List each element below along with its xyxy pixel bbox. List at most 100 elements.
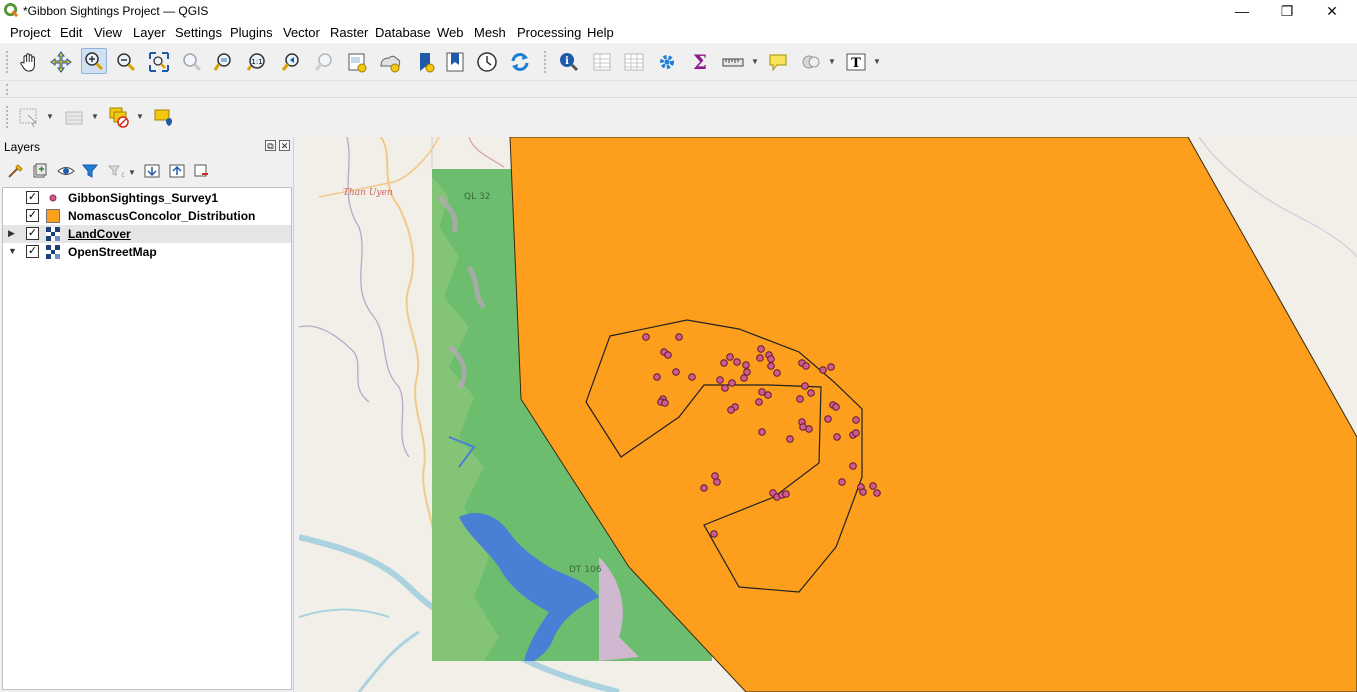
- svg-text:T: T: [851, 56, 861, 71]
- layer-visibility-checkbox[interactable]: ✓: [26, 191, 39, 204]
- menu-mesh[interactable]: Mesh: [474, 25, 506, 40]
- menu-edit[interactable]: Edit: [60, 25, 82, 40]
- layer-visibility-checkbox[interactable]: ✓: [26, 245, 39, 258]
- layer-expander[interactable]: ▶: [8, 228, 15, 239]
- layers-tree: ✓ GibbonSightings_Survey1 ✓ NomascusConc…: [2, 187, 292, 690]
- select-dropdown-icon[interactable]: ▼: [136, 112, 144, 121]
- pan-icon[interactable]: [16, 49, 42, 75]
- show-bookmarks-icon[interactable]: [377, 49, 403, 75]
- raster-icon: [46, 245, 60, 259]
- polygon-symbol-icon: [46, 209, 60, 223]
- expand-all-icon[interactable]: [141, 160, 163, 182]
- layer-name: OpenStreetMap: [68, 245, 157, 259]
- map-label-ql32: QL 32: [464, 192, 490, 202]
- refresh-icon[interactable]: [507, 49, 533, 75]
- svg-text:Σ: Σ: [693, 51, 707, 73]
- annotation-dropdown-icon[interactable]: ▼: [873, 57, 881, 66]
- menu-settings[interactable]: Settings: [175, 25, 222, 40]
- open-field-calculator-icon[interactable]: [621, 49, 647, 75]
- menu-view[interactable]: View: [94, 25, 122, 40]
- layer-row-openstreetmap[interactable]: ▼ ✓ OpenStreetMap: [3, 243, 291, 261]
- menu-project[interactable]: Project: [10, 25, 50, 40]
- deselect-all-icon[interactable]: [151, 104, 177, 130]
- map-label-than-uyen: Than Uyen: [343, 188, 393, 198]
- identify-icon[interactable]: i: [556, 49, 582, 75]
- select-features-icon[interactable]: [16, 104, 42, 130]
- toolbar-grip[interactable]: [6, 51, 9, 73]
- empty-toolbar-row: [0, 81, 1357, 98]
- toolbar-grip[interactable]: [6, 84, 9, 95]
- map-svg[interactable]: Than Uyen QL 32 DT 106: [299, 137, 1357, 692]
- zoom-native-resolution-icon[interactable]: 1:1: [244, 49, 270, 75]
- menu-raster[interactable]: Raster: [330, 25, 368, 40]
- layer-visibility-checkbox[interactable]: ✓: [26, 209, 39, 222]
- select-features-dropdown-icon[interactable]: ▼: [46, 112, 54, 121]
- zoom-in-icon[interactable]: [81, 48, 107, 74]
- layer-name: GibbonSightings_Survey1: [68, 191, 219, 205]
- remove-layer-icon[interactable]: [190, 160, 212, 182]
- map-tips-icon[interactable]: [765, 49, 791, 75]
- zoom-to-selection-icon[interactable]: [179, 49, 205, 75]
- select-by-expression-icon[interactable]: [106, 104, 132, 130]
- measure-icon[interactable]: [720, 49, 746, 75]
- qgis-logo-icon: [4, 3, 19, 18]
- map-canvas[interactable]: Than Uyen QL 32 DT 106: [299, 137, 1357, 692]
- window-title: *Gibbon Sightings Project — QGIS: [23, 4, 209, 18]
- svg-text:i: i: [565, 56, 569, 67]
- add-group-icon[interactable]: [29, 160, 51, 182]
- layer-row-nomascusconcolor[interactable]: ✓ NomascusConcolor_Distribution: [3, 207, 291, 225]
- zoom-next-icon[interactable]: [311, 49, 337, 75]
- map-navigation-toolbar: 1:1 i Σ ▼ ▼ T ▼: [0, 43, 1357, 81]
- temporal-controller-icon[interactable]: [474, 49, 500, 75]
- layer-name: LandCover: [68, 227, 131, 241]
- menu-plugins[interactable]: Plugins: [230, 25, 273, 40]
- zoom-last-icon[interactable]: [278, 49, 304, 75]
- svg-text:ε: ε: [121, 170, 125, 179]
- zoom-to-layer-icon[interactable]: [211, 49, 237, 75]
- deselect-icon[interactable]: [61, 104, 87, 130]
- manage-visibility-icon[interactable]: [55, 160, 77, 182]
- zoom-out-icon[interactable]: [113, 49, 139, 75]
- new-map-view-icon[interactable]: [411, 49, 437, 75]
- selection-toolbar: ▼ ▼ ▼: [0, 98, 1357, 136]
- open-attribute-table-icon[interactable]: [589, 49, 615, 75]
- map-label-dt106: DT 106: [569, 565, 602, 575]
- text-annotation-icon[interactable]: T: [843, 49, 869, 75]
- filter-legend-icon[interactable]: [79, 160, 101, 182]
- close-button[interactable]: ✕: [1309, 0, 1355, 22]
- raster-icon: [46, 227, 60, 241]
- zoom-full-icon[interactable]: [146, 49, 172, 75]
- menu-layer[interactable]: Layer: [133, 25, 166, 40]
- toolbox-icon[interactable]: [654, 49, 680, 75]
- layer-visibility-checkbox[interactable]: ✓: [26, 227, 39, 240]
- menu-vector[interactable]: Vector: [283, 25, 320, 40]
- new-3d-view-icon[interactable]: [442, 49, 468, 75]
- toolbar-grip[interactable]: [544, 51, 547, 73]
- layer-expander[interactable]: ▼: [8, 246, 17, 256]
- menu-help[interactable]: Help: [587, 25, 614, 40]
- statistics-icon[interactable]: Σ: [687, 49, 713, 75]
- layer-row-gibbonsightings[interactable]: ✓ GibbonSightings_Survey1: [3, 189, 291, 207]
- point-symbol-icon: [49, 194, 57, 202]
- minimize-button[interactable]: —: [1219, 0, 1265, 22]
- pan-to-selection-icon[interactable]: [48, 49, 74, 75]
- measure-dropdown-icon[interactable]: ▼: [751, 57, 759, 66]
- close-panel-button[interactable]: ✕: [279, 140, 290, 151]
- layer-row-landcover[interactable]: ▶ ✓ LandCover: [3, 225, 291, 243]
- menu-web[interactable]: Web: [437, 25, 464, 40]
- collapse-all-icon[interactable]: [166, 160, 188, 182]
- filter-by-expression-icon[interactable]: ε: [105, 160, 127, 182]
- deselect-dropdown-icon[interactable]: ▼: [91, 112, 99, 121]
- new-bookmark-icon[interactable]: [344, 49, 370, 75]
- layers-panel: Layers ⧉ ✕ ε ▼ ✓ GibbonSightings_Survey1…: [0, 137, 294, 692]
- menu-database[interactable]: Database: [375, 25, 431, 40]
- filter-dropdown-icon[interactable]: ▼: [128, 168, 136, 177]
- select-by-location-icon[interactable]: [798, 49, 824, 75]
- float-panel-button[interactable]: ⧉: [265, 140, 276, 151]
- open-layer-styling-icon[interactable]: [4, 160, 26, 182]
- menu-bar: Project Edit View Layer Settings Plugins…: [0, 22, 1357, 43]
- menu-processing[interactable]: Processing: [517, 25, 581, 40]
- toolbar-grip[interactable]: [6, 106, 9, 128]
- maximize-button[interactable]: ❐: [1264, 0, 1310, 22]
- select-by-location-dropdown-icon[interactable]: ▼: [828, 57, 836, 66]
